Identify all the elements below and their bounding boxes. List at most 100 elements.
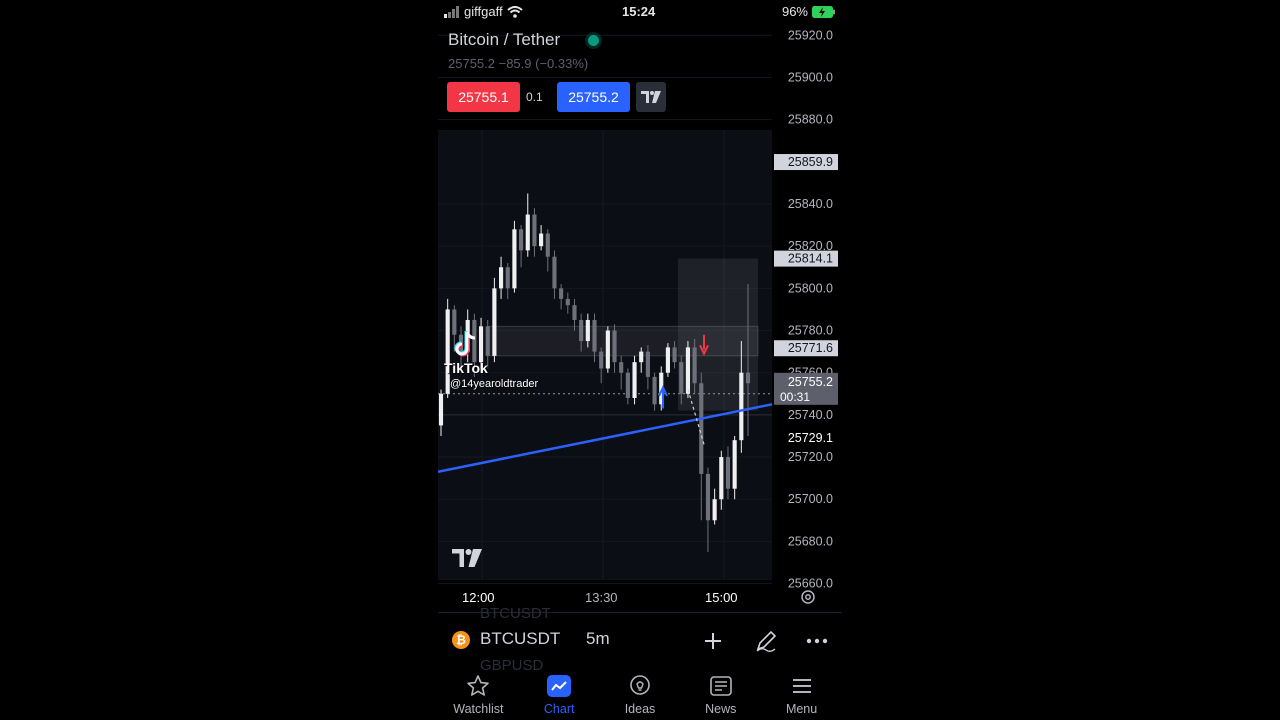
- price-tick: 25880.0: [788, 113, 833, 127]
- hamburger-menu-icon: [792, 679, 811, 693]
- candle: [579, 319, 584, 342]
- chart-icon: [547, 675, 572, 697]
- plus-icon: [705, 633, 721, 649]
- time-tick: 12:00: [462, 590, 495, 605]
- nav-chart[interactable]: Chart: [519, 668, 600, 720]
- candle: [525, 214, 530, 251]
- status-bar: giffgaff 15:24 96%: [438, 0, 842, 24]
- bitcoin-icon: ₿: [452, 631, 470, 649]
- nav-ideas[interactable]: Ideas: [600, 668, 681, 720]
- drawing-tools-button[interactable]: [751, 627, 781, 655]
- tradingview-logo-icon: [641, 91, 661, 103]
- signal-icon: [444, 5, 459, 18]
- candle: [485, 326, 490, 356]
- price-tag-label: 25771.6: [788, 341, 833, 355]
- candle: [552, 256, 557, 289]
- battery-charging-icon: [812, 5, 835, 18]
- price-tick: 25780.0: [788, 324, 833, 338]
- time-tick: 13:30: [585, 590, 618, 605]
- price-tag-label: 25729.1: [788, 431, 833, 445]
- candle: [519, 229, 524, 251]
- last-price-label: 25755.2: [788, 375, 833, 389]
- price-tick: 25700.0: [788, 492, 833, 506]
- range-box: [487, 325, 759, 357]
- symbol-selector[interactable]: BTCUSDT: [480, 629, 560, 649]
- broker-button[interactable]: [636, 82, 666, 112]
- carrier-name: giffgaff: [464, 4, 503, 19]
- candle: [505, 267, 510, 289]
- candle: [619, 362, 624, 373]
- candle: [545, 233, 550, 257]
- candle: [732, 440, 737, 489]
- price-tick: 25920.0: [788, 28, 833, 42]
- candle: [478, 326, 484, 363]
- nav-label: Ideas: [624, 702, 656, 716]
- sell-button[interactable]: 25755.1: [447, 82, 520, 112]
- lightbulb-icon: [630, 675, 650, 695]
- nav-news[interactable]: News: [680, 668, 761, 720]
- price-tag-label: 25859.9: [788, 155, 833, 169]
- candle: [612, 330, 617, 363]
- candle: [705, 473, 711, 521]
- phone-screen: 25920.0 25900.0 25880.0 25840.0 25820.0 25800…: [438, 0, 842, 720]
- candle: [592, 319, 597, 352]
- candle: [639, 351, 644, 363]
- candle: [532, 214, 537, 247]
- more-button[interactable]: [802, 627, 832, 655]
- candle: [605, 330, 610, 369]
- candle: [692, 347, 697, 384]
- candle: [498, 267, 504, 289]
- wifi-icon: [506, 5, 523, 18]
- battery: 96%: [782, 4, 836, 19]
- tradingview-watermark-icon: [452, 549, 482, 567]
- battery-percent: 96%: [781, 4, 808, 19]
- nav-watchlist[interactable]: Watchlist: [438, 668, 519, 720]
- tiktok-logo-icon: [454, 331, 476, 357]
- symbol-toolbar: BTCUSDT ₿ BTCUSDT 5m GBPUSD: [438, 605, 842, 674]
- price-tick: 25840.0: [788, 197, 833, 211]
- pencil-icon: [756, 630, 777, 652]
- candle: [572, 305, 577, 320]
- tiktok-username: @14yearoldtrader: [450, 378, 539, 390]
- candle: [492, 288, 497, 356]
- price-tag-label: 25814.1: [788, 252, 833, 266]
- carrier: giffgaff: [444, 4, 523, 19]
- price-tick: 25720.0: [788, 450, 833, 464]
- candle: [599, 351, 604, 369]
- nav-label: Menu: [785, 702, 818, 716]
- bar-countdown: 00:31: [780, 390, 810, 404]
- chart-settings-icon[interactable]: [799, 588, 817, 606]
- candle: [565, 298, 570, 306]
- more-dots-icon: [806, 638, 828, 644]
- nav-menu[interactable]: Menu: [761, 668, 842, 720]
- price-change: 25755.2 −85.9 (−0.33%): [448, 56, 589, 71]
- candle: [438, 393, 444, 426]
- tiktok-name: TikTok: [444, 360, 488, 376]
- nav-label: News: [705, 702, 737, 716]
- buy-button[interactable]: 25755.2: [557, 82, 630, 112]
- candle: [739, 372, 744, 441]
- instrument-title[interactable]: Bitcoin / Tether: [448, 30, 560, 50]
- candle: [559, 288, 564, 299]
- price-tick: 25740.0: [788, 408, 833, 422]
- nav-label: Chart: [543, 702, 575, 716]
- candle: [745, 372, 751, 384]
- market-open-indicator: [588, 35, 599, 46]
- candle: [665, 347, 670, 373]
- candle: [512, 229, 517, 289]
- candle: [712, 499, 717, 521]
- candle: [679, 362, 684, 394]
- candle: [632, 362, 637, 398]
- spread: 0.1: [526, 90, 543, 104]
- candle: [699, 383, 704, 474]
- candle: [725, 457, 731, 489]
- timeframe-selector[interactable]: 5m: [586, 629, 610, 649]
- newspaper-icon: [709, 676, 732, 696]
- candle: [539, 233, 544, 247]
- add-indicator-button[interactable]: [698, 627, 728, 655]
- ghost-symbol: BTCUSDT: [480, 605, 551, 622]
- time-tick: 15:00: [705, 590, 738, 605]
- candle: [672, 347, 677, 363]
- candle: [585, 319, 590, 342]
- price-tick: 25800.0: [788, 281, 833, 295]
